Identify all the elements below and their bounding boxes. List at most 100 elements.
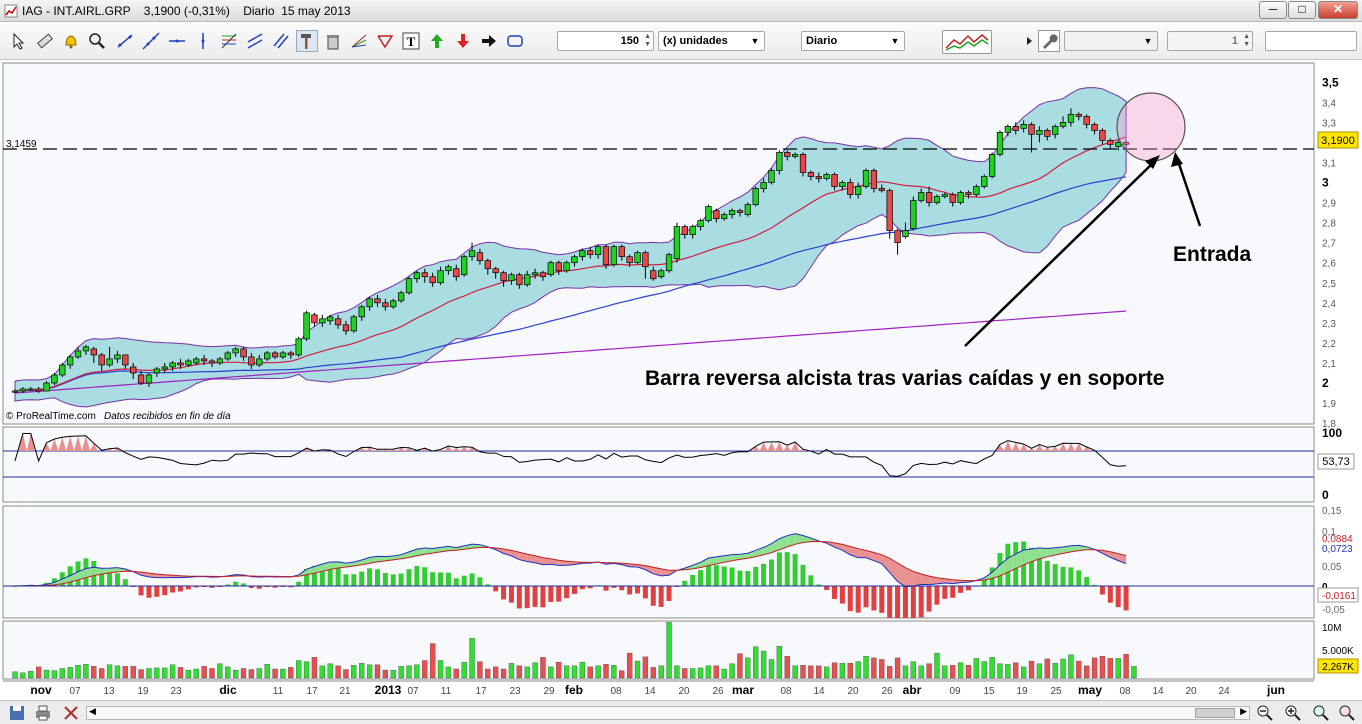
date-tick-label: 19 [137, 686, 149, 697]
volume-bar [67, 667, 73, 679]
zoom-fit-icon[interactable] [1312, 704, 1330, 722]
macd-histogram-bar [879, 586, 885, 613]
arrow-right-icon[interactable] [478, 30, 500, 52]
status-bar: ◀ ▶ [0, 700, 1362, 724]
entry-annotation: Entrada [1173, 243, 1252, 266]
fan-icon[interactable] [348, 30, 370, 52]
macd-histogram-bar [374, 569, 380, 586]
volume-bar [461, 661, 467, 679]
volume-bar [1091, 657, 1098, 679]
candle-body [453, 268, 460, 278]
candle-body [957, 192, 964, 203]
chevron-down-icon[interactable]: ▼ [1141, 33, 1155, 49]
candle-body [484, 260, 491, 270]
zoom-icon[interactable] [86, 30, 108, 52]
volume-bar [20, 672, 26, 679]
rectangle-icon[interactable] [504, 30, 526, 52]
candle-body [224, 352, 231, 360]
price-tick-label: 2,7 [1322, 239, 1336, 250]
volume-bar [1044, 658, 1050, 679]
zoom-out-icon[interactable] [1256, 704, 1274, 722]
zoom-in-icon[interactable] [1284, 704, 1302, 722]
volume-bar [327, 663, 333, 679]
disabled-select[interactable]: ▼ [1064, 31, 1158, 51]
ruler-icon[interactable] [34, 30, 56, 52]
date-tick-label: 11 [273, 686, 284, 697]
spinner-arrows-icon[interactable]: ▲ ▼ [1243, 33, 1250, 49]
volume-bar [154, 667, 160, 679]
macd-histogram-bar [469, 573, 475, 586]
date-tick-label: 14 [644, 686, 656, 697]
volume-bar [611, 665, 617, 679]
fibonacci-icon[interactable] [218, 30, 240, 52]
print-icon[interactable] [34, 704, 52, 722]
zoom-reset-icon[interactable] [1338, 704, 1356, 722]
text-icon[interactable]: T [400, 30, 422, 52]
macd-histogram-bar [918, 586, 924, 618]
copyright-label: © ProRealTime.com [6, 411, 96, 422]
volume-bar [666, 622, 672, 679]
volume-bar [240, 668, 247, 679]
save-icon[interactable] [8, 704, 26, 722]
pointer-icon[interactable] [8, 30, 30, 52]
horizontal-scrollbar[interactable]: ◀ ▶ [86, 706, 1250, 720]
chevron-down-icon[interactable]: ▼ [888, 33, 902, 49]
candle-body [185, 360, 192, 366]
alarm-bell-icon[interactable] [60, 30, 82, 52]
candle-body [878, 188, 885, 191]
macd-histogram-bar [571, 586, 577, 594]
vertical-line-icon[interactable] [192, 30, 214, 52]
arrow-down-icon[interactable] [452, 30, 474, 52]
volume-bar [280, 668, 286, 679]
volume-bar [382, 669, 389, 679]
scroll-right-icon[interactable]: ▶ [1240, 706, 1247, 717]
candle-body [1083, 115, 1090, 125]
line-icon[interactable] [140, 30, 162, 52]
search-box[interactable] [1265, 31, 1357, 51]
macd-histogram-bar [296, 581, 302, 586]
candle-body [587, 250, 594, 256]
trendline-icon[interactable] [114, 30, 136, 52]
close-button[interactable]: ✕ [1318, 1, 1358, 19]
expand-arrow-icon[interactable] [1024, 30, 1034, 52]
volume-bar [162, 667, 168, 679]
hammer-icon[interactable] [296, 30, 318, 52]
date-tick-label: 14 [1152, 686, 1164, 697]
arrow-up-icon[interactable] [426, 30, 448, 52]
date-tick-label: 07 [69, 686, 81, 697]
right-spinner[interactable]: 1 ▲ ▼ [1167, 31, 1253, 51]
candle-body [248, 356, 255, 366]
scrollbar-thumb[interactable] [1195, 708, 1235, 718]
horizontal-line-icon[interactable] [166, 30, 188, 52]
chart-area[interactable]: 3,1459 Entrada Barra reversa alcista tra… [0, 61, 1362, 700]
chart-canvas[interactable]: 3,1459 Entrada Barra reversa alcista tra… [0, 61, 1362, 700]
volume-axis-5000k: 5.000K [1322, 646, 1354, 657]
candle-body [831, 174, 838, 187]
volume-bar [745, 657, 751, 679]
volume-bar [12, 671, 18, 679]
channel-icon[interactable] [244, 30, 266, 52]
indicators-icon[interactable] [942, 30, 992, 54]
period-select[interactable]: Diario ▼ [801, 31, 905, 51]
minimize-button[interactable]: ─ [1259, 1, 1287, 19]
volume-bar [508, 663, 515, 679]
units-value: 150 [620, 35, 639, 47]
chevron-down-icon[interactable]: ▼ [748, 33, 762, 49]
candle-body [264, 352, 271, 360]
trash-icon[interactable] [322, 30, 344, 52]
units-spinner[interactable]: 150 ▲ ▼ [557, 31, 654, 51]
triangle-icon[interactable] [374, 30, 396, 52]
parallel-lines-icon[interactable] [270, 30, 292, 52]
price-tick-label: 2,4 [1322, 299, 1336, 310]
volume-bar [650, 667, 656, 679]
units-select[interactable]: (x) unidades ▼ [658, 31, 765, 51]
scroll-left-icon[interactable]: ◀ [89, 706, 96, 717]
maximize-button[interactable]: □ [1288, 1, 1316, 19]
candle-body [1020, 124, 1027, 129]
spinner-arrows-icon[interactable]: ▲ ▼ [644, 33, 651, 49]
wrench-icon[interactable] [1038, 30, 1060, 52]
macd-axis-005: 0,05 [1322, 562, 1342, 573]
date-tick-label: 13 [103, 686, 115, 697]
disconnect-icon[interactable] [62, 704, 80, 722]
date-tick-label: dic [219, 683, 237, 697]
